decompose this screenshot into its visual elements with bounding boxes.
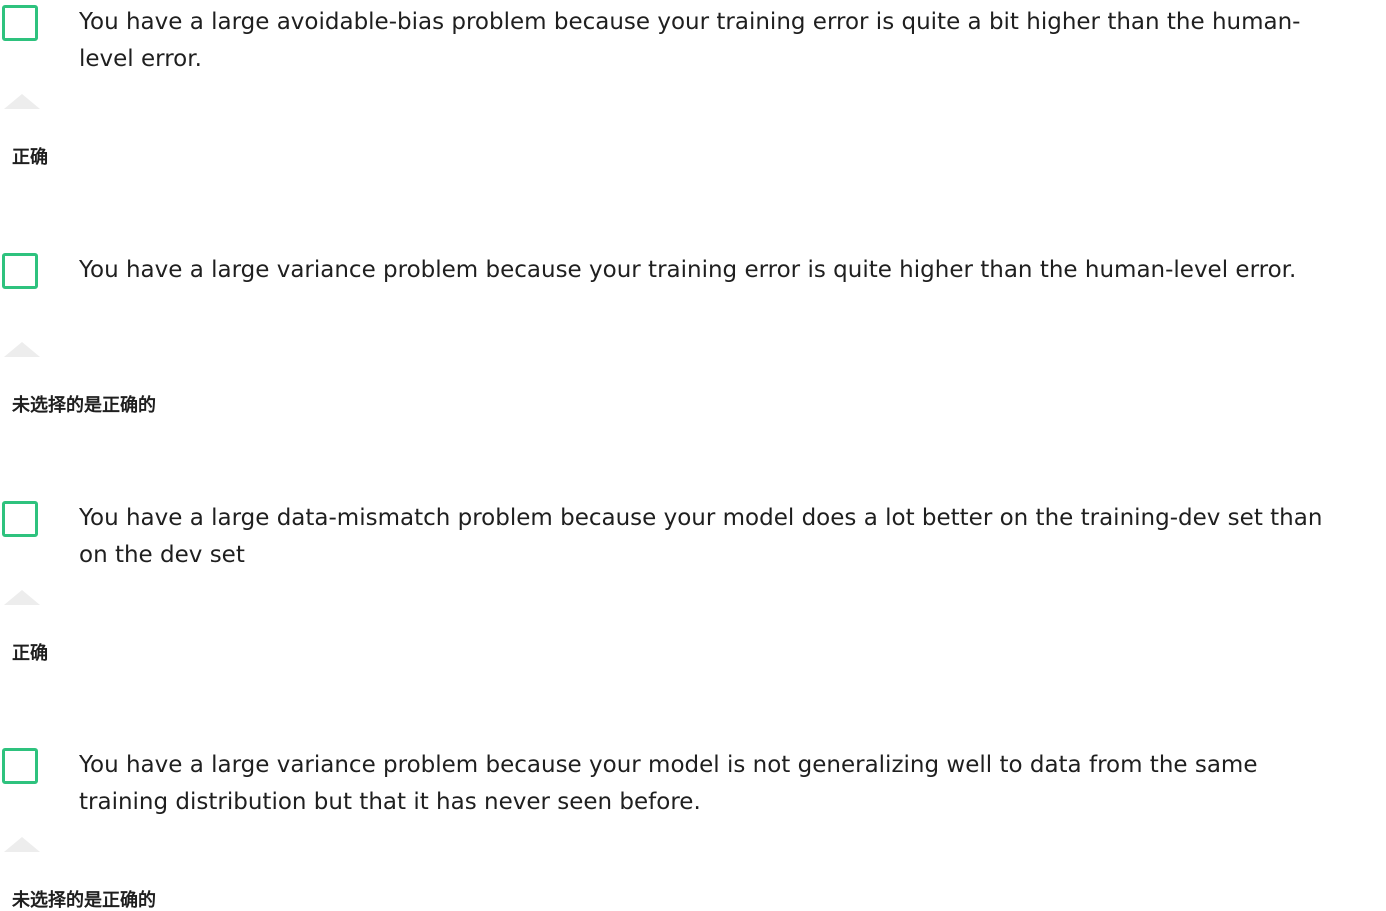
option-text: You have a large avoidable-bias problem …	[79, 9, 1301, 72]
option-checkbox[interactable]	[2, 5, 38, 41]
feedback-arrow-icon	[4, 837, 40, 852]
feedback-label: 正确	[12, 147, 48, 168]
feedback-label: 未选择的是正确的	[12, 890, 156, 911]
option-checkbox[interactable]	[2, 748, 38, 784]
feedback-label: 未选择的是正确的	[12, 395, 156, 416]
feedback-arrow-icon	[4, 94, 40, 109]
feedback-label: 正确	[12, 643, 48, 664]
answer-option-4: You have a large variance problem becaus…	[0, 743, 1386, 911]
feedback-arrow-icon	[4, 590, 40, 605]
answer-option-1: You have a large avoidable-bias problem …	[0, 0, 1386, 248]
option-checkbox[interactable]	[2, 253, 38, 289]
option-checkbox[interactable]	[2, 501, 38, 537]
answer-option-2: You have a large variance problem becaus…	[0, 248, 1386, 496]
answer-option-3: You have a large data-mismatch problem b…	[0, 496, 1386, 744]
option-text: You have a large data-mismatch problem b…	[79, 505, 1323, 568]
option-text: You have a large variance problem becaus…	[79, 257, 1297, 283]
feedback-arrow-icon	[4, 342, 40, 357]
quiz-options-list: You have a large avoidable-bias problem …	[0, 0, 1386, 911]
option-text: You have a large variance problem becaus…	[79, 752, 1258, 815]
